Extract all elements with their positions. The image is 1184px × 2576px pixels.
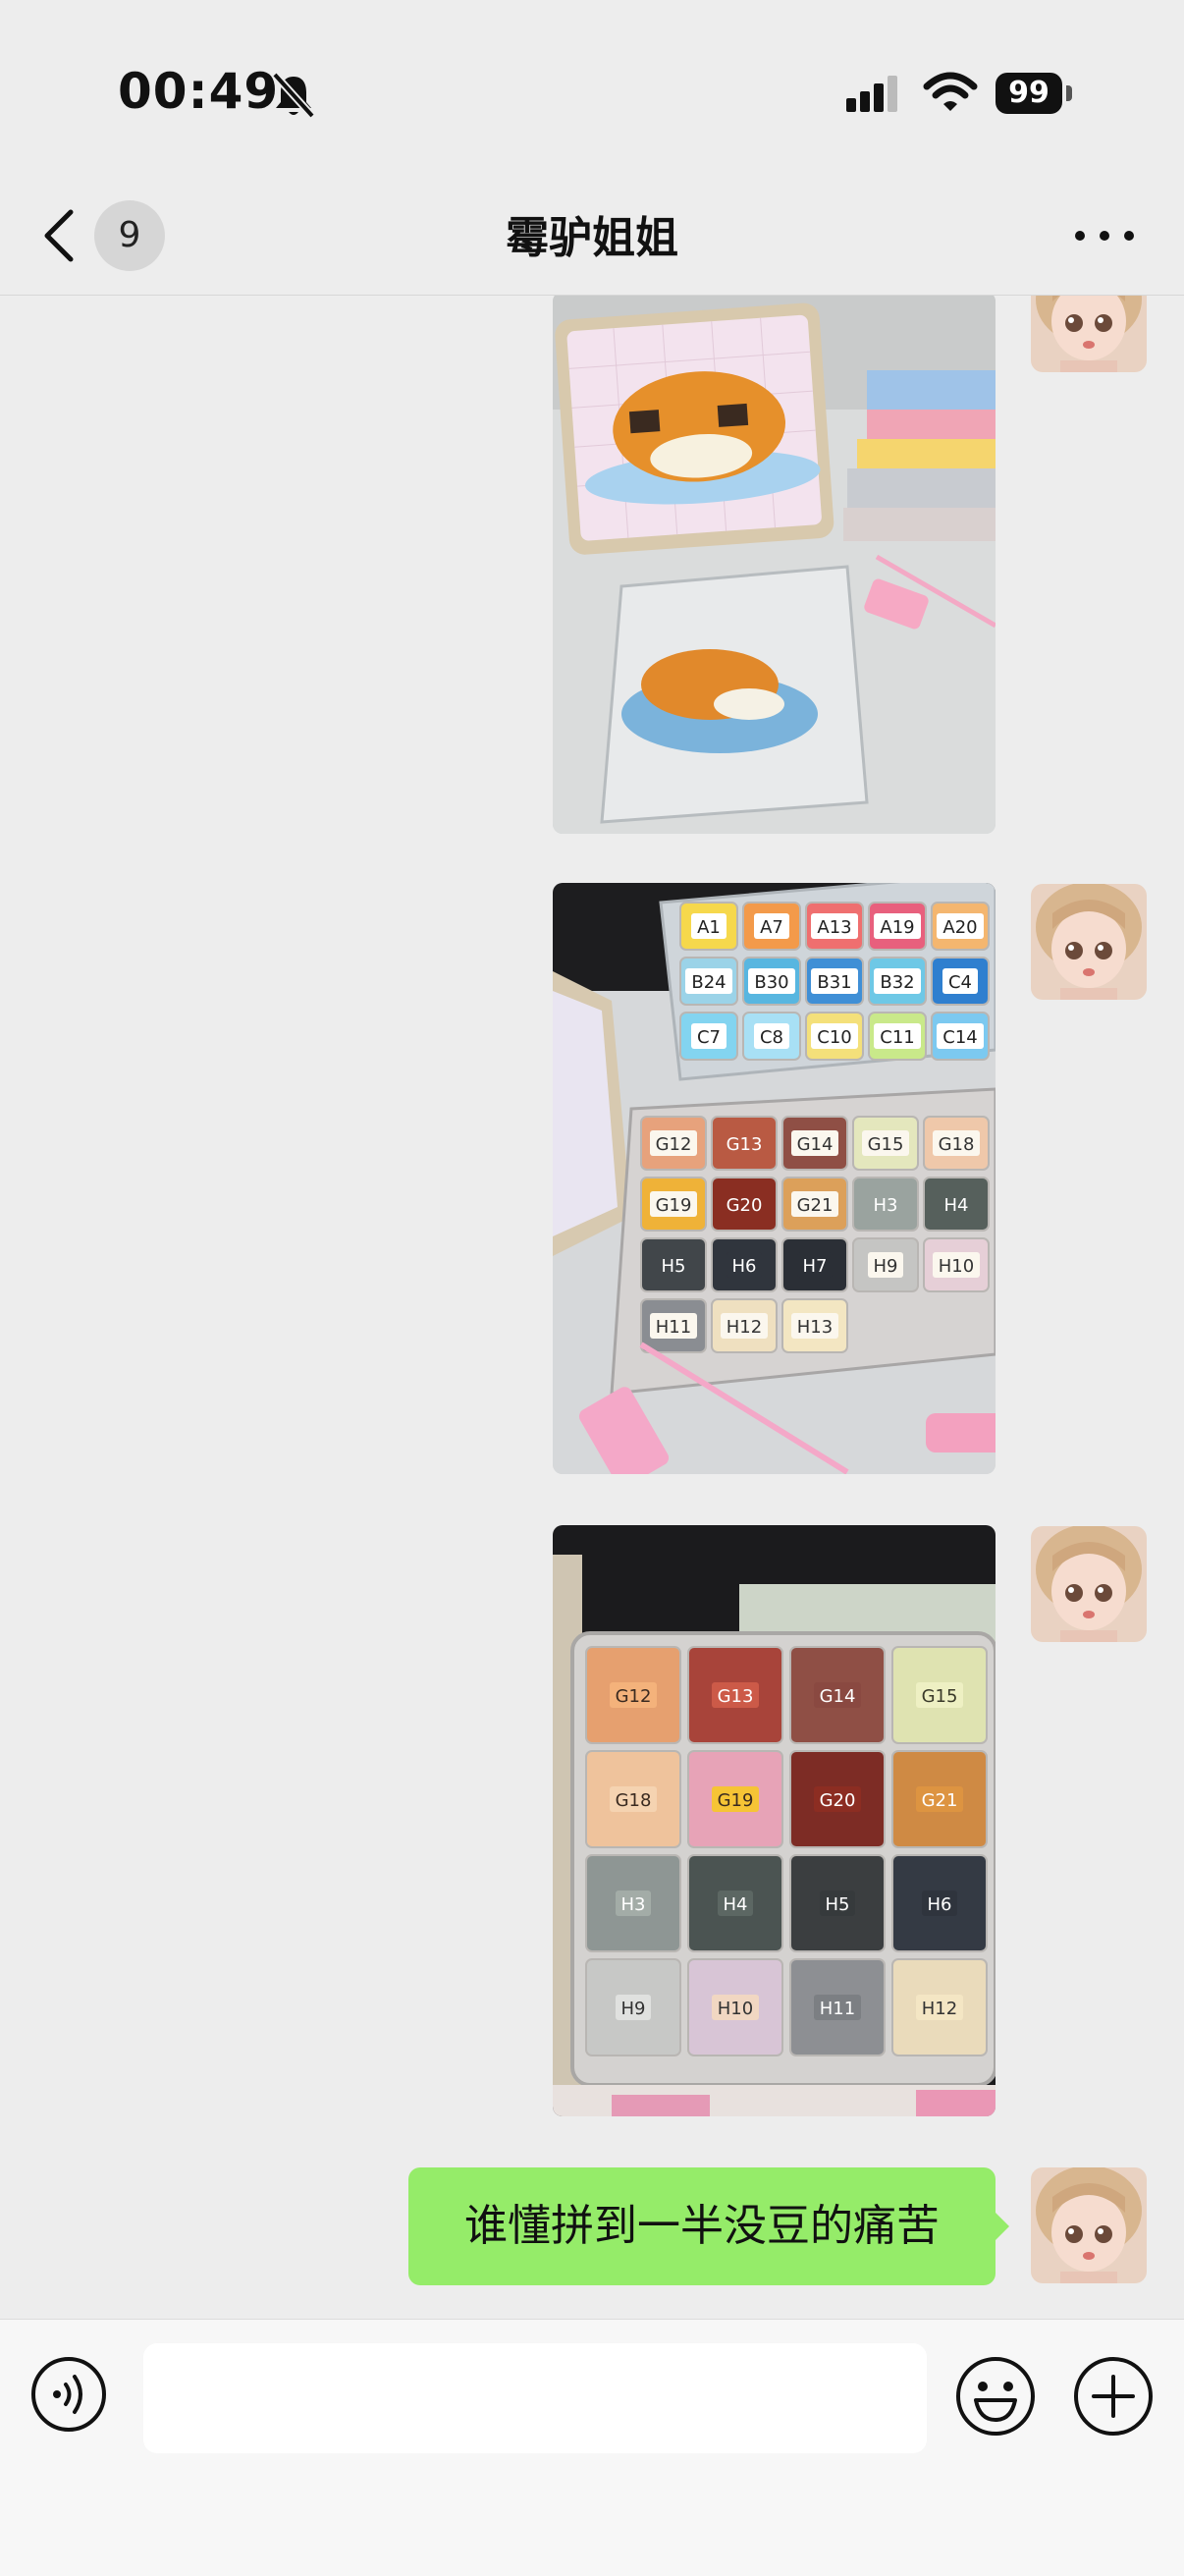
bead-label: C7 xyxy=(697,1027,721,1048)
image-message[interactable]: G12 G13 G14 G15 G18 G19 G20 G21 H3 H4 H5 H6 H9 H10 H11… xyxy=(553,1525,996,2116)
bead-label: G15 xyxy=(922,1686,958,1707)
bead-label: G19 xyxy=(718,1790,754,1811)
bead-label: G21 xyxy=(922,1790,958,1811)
bead-label: A19 xyxy=(880,917,914,938)
bead-label: H6 xyxy=(928,1894,952,1915)
message-text: 谁懂拼到一半没豆的痛苦 xyxy=(464,2201,940,2251)
image-message[interactable] xyxy=(553,296,996,834)
battery-level: 99 xyxy=(996,73,1062,114)
bead-label: H4 xyxy=(724,1894,748,1915)
bead-label: H11 xyxy=(820,1999,855,2019)
bead-label: G18 xyxy=(939,1134,975,1155)
bead-label: C4 xyxy=(948,972,972,993)
bead-label: B31 xyxy=(817,972,851,993)
bead-label: H3 xyxy=(621,1894,646,1915)
photo-bead-box-closeup: G12 G13 G14 G15 G18 G19 G20 G21 H3 H4 H5 H6 H9 H10 H11… xyxy=(553,1525,996,2116)
bead-label: G13 xyxy=(718,1686,754,1707)
bead-label: H13 xyxy=(797,1317,833,1338)
message-input[interactable] xyxy=(143,2343,927,2453)
bead-label: A20 xyxy=(942,917,977,938)
bead-label: G15 xyxy=(868,1134,904,1155)
bead-label: H3 xyxy=(874,1195,898,1216)
bead-label: B30 xyxy=(754,972,788,993)
wifi-icon xyxy=(923,72,978,111)
sender-avatar[interactable] xyxy=(1031,296,1147,372)
bead-label: A13 xyxy=(817,917,851,938)
battery-tip xyxy=(1066,85,1072,101)
text-message-bubble[interactable]: 谁懂拼到一半没豆的痛苦 xyxy=(408,2167,1009,2285)
status-bar: 00:49 99 xyxy=(0,0,1184,177)
status-time: 00:49 xyxy=(118,63,280,120)
emoji-icon[interactable] xyxy=(954,2355,1037,2438)
sender-avatar[interactable] xyxy=(1031,2167,1147,2283)
plus-icon[interactable] xyxy=(1072,2355,1155,2438)
doll-avatar-icon xyxy=(1031,884,1147,1000)
bubble-tail xyxy=(994,2211,1009,2242)
bead-label: G21 xyxy=(797,1195,834,1216)
bead-label: B24 xyxy=(691,972,726,993)
bead-label: G13 xyxy=(727,1134,763,1155)
cellular-signal-icon xyxy=(846,76,897,112)
bead-label: G20 xyxy=(820,1790,856,1811)
bead-label: G19 xyxy=(656,1195,692,1216)
bead-label: H9 xyxy=(874,1256,898,1277)
bead-label: G20 xyxy=(727,1195,763,1216)
bead-label: C11 xyxy=(880,1027,914,1048)
bead-label: B32 xyxy=(880,972,914,993)
chat-title: 霉驴姐姐 xyxy=(506,213,678,263)
bead-label: H10 xyxy=(718,1999,753,2019)
sender-avatar[interactable] xyxy=(1031,884,1147,1000)
bead-label: H12 xyxy=(922,1999,957,2019)
bead-label: H5 xyxy=(662,1256,686,1277)
bead-label: H6 xyxy=(732,1256,757,1277)
bead-label: H11 xyxy=(656,1317,691,1338)
photo-pixel-bear-ipad xyxy=(553,296,996,834)
bead-label: C8 xyxy=(760,1027,783,1048)
doll-avatar-icon xyxy=(1031,296,1147,372)
more-options-icon[interactable] xyxy=(1070,216,1139,255)
voice-input-icon[interactable] xyxy=(29,2355,108,2434)
bead-label: G12 xyxy=(616,1686,652,1707)
message-list[interactable]: A1 A7 A13 A19 A20 B24 B30 B31 B32 C4 C7 C8 C10 C11 C14… xyxy=(0,296,1184,2319)
bead-label: A7 xyxy=(760,917,783,938)
bead-label: A1 xyxy=(697,917,721,938)
bead-label: G14 xyxy=(820,1686,856,1707)
bead-label: H7 xyxy=(803,1256,828,1277)
message-composer xyxy=(0,2319,1184,2576)
bead-label: H4 xyxy=(944,1195,969,1216)
battery-indicator: 99 xyxy=(996,73,1074,114)
photo-bead-boxes: A1 A7 A13 A19 A20 B24 B30 B31 B32 C4 C7 C8 C10 C11 C14… xyxy=(553,883,996,1474)
bead-label: H5 xyxy=(826,1894,850,1915)
bead-label: H10 xyxy=(939,1256,974,1277)
bead-label: G18 xyxy=(616,1790,652,1811)
doll-avatar-icon xyxy=(1031,2167,1147,2283)
doll-avatar-icon xyxy=(1031,1526,1147,1642)
bead-label: C10 xyxy=(817,1027,851,1048)
image-message[interactable]: A1 A7 A13 A19 A20 B24 B30 B31 B32 C4 C7 C8 C10 C11 C14… xyxy=(553,883,996,1474)
bead-label: H12 xyxy=(727,1317,762,1338)
chat-header: 9 霉驴姐姐 xyxy=(0,177,1184,296)
sender-avatar[interactable] xyxy=(1031,1526,1147,1642)
bead-label: C14 xyxy=(942,1027,977,1048)
bell-muted-icon xyxy=(272,72,315,119)
bead-label: G14 xyxy=(797,1134,834,1155)
bead-label: G12 xyxy=(656,1134,692,1155)
bead-label: H9 xyxy=(621,1999,646,2019)
